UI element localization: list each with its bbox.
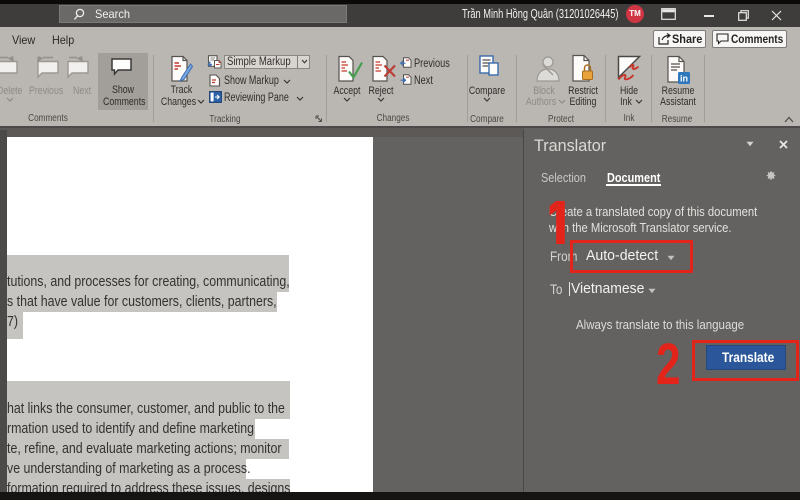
- svg-text:in: in: [680, 74, 688, 84]
